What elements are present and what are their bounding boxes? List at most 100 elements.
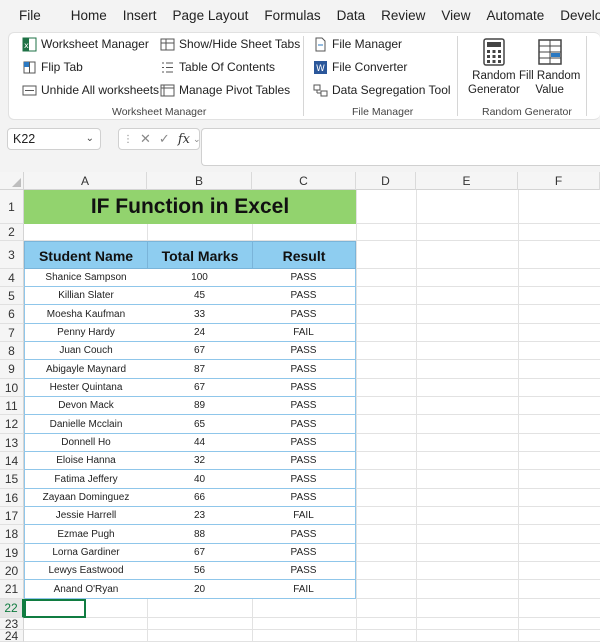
row-header-6[interactable]: 6 [0, 305, 24, 324]
menu-developer[interactable]: Developer [552, 0, 600, 32]
row-header-14[interactable]: 14 [0, 452, 24, 470]
cell-result[interactable]: PASS [252, 434, 356, 452]
row-header-12[interactable]: 12 [0, 415, 24, 434]
cell-result[interactable]: PASS [252, 415, 356, 434]
cell-student-name[interactable]: Hester Quintana [24, 379, 148, 397]
cell-result[interactable]: PASS [252, 452, 356, 470]
menu-automate[interactable]: Automate [478, 0, 552, 32]
cell-student-name[interactable]: Lewys Eastwood [24, 562, 148, 580]
cell-result[interactable]: PASS [252, 489, 356, 507]
cell-total-marks[interactable]: 40 [147, 470, 253, 489]
cell-student-name[interactable]: Fatima Jeffery [24, 470, 148, 489]
cell-result[interactable]: PASS [252, 269, 356, 287]
cancel-icon[interactable]: ✕ [140, 131, 151, 147]
worksheet-manager-button[interactable]: x Worksheet Manager [22, 34, 149, 54]
cell-student-name[interactable]: Juan Couch [24, 342, 148, 360]
row-header-9[interactable]: 9 [0, 360, 24, 379]
confirm-icon[interactable]: ✓ [159, 131, 170, 147]
column-header-b[interactable]: B [147, 172, 252, 190]
table-of-contents-button[interactable]: Table Of Contents [160, 57, 275, 77]
cell-result[interactable]: FAIL [252, 324, 356, 342]
file-manager-button[interactable]: File Manager [313, 34, 402, 54]
row-header-1[interactable]: 1 [0, 190, 24, 224]
row-header-7[interactable]: 7 [0, 324, 24, 342]
chevron-down-icon[interactable]: ⌄ [86, 129, 94, 149]
fill-random-value-button[interactable]: Fill Random Value [519, 38, 580, 97]
cell-total-marks[interactable]: 66 [147, 489, 253, 507]
cell-result[interactable]: PASS [252, 287, 356, 305]
cell-total-marks[interactable]: 67 [147, 342, 253, 360]
cell-total-marks[interactable]: 20 [147, 580, 253, 599]
menu-data[interactable]: Data [329, 0, 374, 32]
more-options-icon[interactable]: ⋮ [123, 134, 133, 145]
cell-student-name[interactable]: Penny Hardy [24, 324, 148, 342]
cell-student-name[interactable]: Devon Mack [24, 397, 148, 415]
row-header-11[interactable]: 11 [0, 397, 24, 415]
cell-total-marks[interactable]: 56 [147, 562, 253, 580]
cell-total-marks[interactable]: 32 [147, 452, 253, 470]
menu-insert[interactable]: Insert [115, 0, 165, 32]
row-header-20[interactable]: 20 [0, 562, 24, 580]
cell-total-marks[interactable]: 88 [147, 525, 253, 544]
cell-total-marks[interactable]: 24 [147, 324, 253, 342]
cell-student-name[interactable]: Killian Slater [24, 287, 148, 305]
cell-total-marks[interactable]: 100 [147, 269, 253, 287]
selected-cell-k22[interactable] [24, 599, 86, 618]
cell-student-name[interactable]: Jessie Harrell [24, 507, 148, 525]
insert-function-icon[interactable]: fx [178, 132, 190, 147]
cell-result[interactable]: PASS [252, 525, 356, 544]
cell-result[interactable]: PASS [252, 379, 356, 397]
row-header-3[interactable]: 3 [0, 241, 24, 269]
menu-review[interactable]: Review [373, 0, 433, 32]
row-header-19[interactable]: 19 [0, 544, 24, 562]
cell-student-name[interactable]: Anand O'Ryan [24, 580, 148, 599]
column-header-f[interactable]: F [518, 172, 600, 190]
cell-student-name[interactable]: Moesha Kaufman [24, 305, 148, 324]
cell-student-name[interactable]: Abigayle Maynard [24, 360, 148, 379]
cell-result[interactable]: PASS [252, 397, 356, 415]
cell-result[interactable]: PASS [252, 305, 356, 324]
random-generator-button[interactable]: Random Generator [468, 38, 520, 97]
cell-total-marks[interactable]: 33 [147, 305, 253, 324]
column-header-a[interactable]: A [24, 172, 147, 190]
menu-view[interactable]: View [433, 0, 478, 32]
row-header-22[interactable]: 22 [0, 599, 24, 618]
cell-result[interactable]: PASS [252, 562, 356, 580]
row-header-13[interactable]: 13 [0, 434, 24, 452]
cell-total-marks[interactable]: 67 [147, 379, 253, 397]
row-header-24[interactable]: 24 [0, 629, 24, 642]
flip-tab-button[interactable]: Flip Tab [22, 57, 83, 77]
row-header-17[interactable]: 17 [0, 507, 24, 525]
menu-page-layout[interactable]: Page Layout [165, 0, 257, 32]
chevron-down-icon[interactable]: ⌄ [193, 134, 201, 145]
cell-student-name[interactable]: Shanice Sampson [24, 269, 148, 287]
column-header-d[interactable]: D [356, 172, 416, 190]
row-header-18[interactable]: 18 [0, 525, 24, 544]
cell-total-marks[interactable]: 89 [147, 397, 253, 415]
data-segregation-tool-button[interactable]: Data Segregation Tool [313, 80, 451, 100]
cell-student-name[interactable]: Lorna Gardiner [24, 544, 148, 562]
menu-file[interactable]: File [0, 0, 63, 32]
cell-result[interactable]: PASS [252, 544, 356, 562]
unhide-all-worksheets-button[interactable]: Unhide All worksheets [22, 80, 159, 100]
formula-input[interactable] [201, 128, 600, 166]
cell-student-name[interactable]: Danielle Mcclain [24, 415, 148, 434]
cell-total-marks[interactable]: 44 [147, 434, 253, 452]
cell-student-name[interactable]: Eloise Hanna [24, 452, 148, 470]
row-header-10[interactable]: 10 [0, 379, 24, 397]
menu-home[interactable]: Home [63, 0, 115, 32]
cell-total-marks[interactable]: 23 [147, 507, 253, 525]
row-header-8[interactable]: 8 [0, 342, 24, 360]
row-header-21[interactable]: 21 [0, 580, 24, 599]
cell-result[interactable]: PASS [252, 470, 356, 489]
column-header-c[interactable]: C [252, 172, 356, 190]
row-header-15[interactable]: 15 [0, 470, 24, 489]
column-header-e[interactable]: E [416, 172, 518, 190]
file-converter-button[interactable]: W File Converter [313, 57, 407, 77]
cell-student-name[interactable]: Donnell Ho [24, 434, 148, 452]
row-header-2[interactable]: 2 [0, 224, 24, 241]
cell-result[interactable]: PASS [252, 360, 356, 379]
cell-total-marks[interactable]: 45 [147, 287, 253, 305]
select-all-corner[interactable] [0, 172, 24, 190]
cell-student-name[interactable]: Zayaan Dominguez [24, 489, 148, 507]
